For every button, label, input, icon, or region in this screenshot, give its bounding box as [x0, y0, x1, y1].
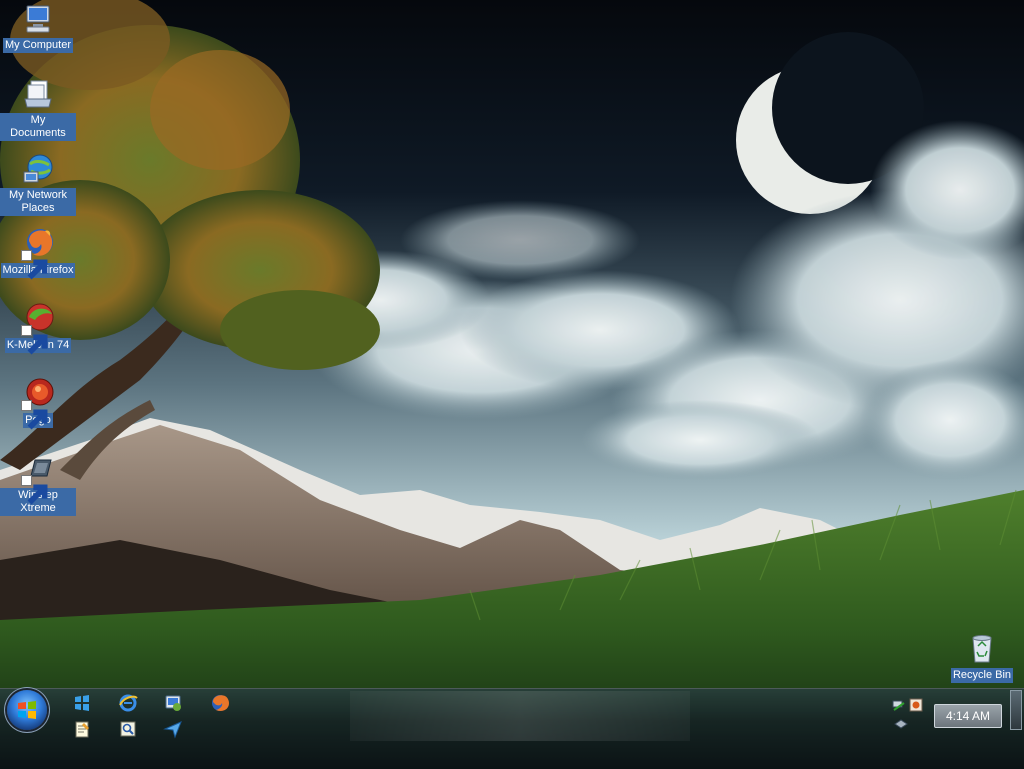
desktop-icon-recycle-bin[interactable]: Recycle Bin [944, 632, 1020, 683]
send-arrow-icon[interactable] [163, 719, 183, 739]
safely-remove-icon[interactable] [894, 716, 908, 730]
windows-flag-icon[interactable] [72, 693, 92, 713]
desktop-icon-mozilla-firefox[interactable]: Mozilla Firefox [0, 227, 76, 280]
desktop-icon-label: My Documents [0, 113, 76, 141]
taskbar: 4:14 AM [0, 688, 1024, 769]
desktop-icon-pego[interactable]: Pego [0, 377, 76, 430]
desktop-icon-label: Recycle Bin [950, 668, 1014, 683]
kmeleon-icon [21, 302, 55, 355]
firefox-icon[interactable] [210, 693, 230, 713]
documents-icon [21, 77, 55, 111]
search-window-icon[interactable] [118, 719, 138, 739]
speaker-icon[interactable] [909, 698, 923, 712]
shortcut-arrow-icon [21, 250, 48, 280]
network-status-icon[interactable] [892, 698, 906, 712]
desktop-icon-k-meleon[interactable]: K-Meleon 74 [0, 302, 76, 355]
internet-explorer-icon[interactable] [118, 693, 138, 713]
taskbar-button-area [350, 691, 690, 741]
start-button[interactable] [7, 690, 47, 730]
shortcut-arrow-icon [21, 325, 48, 355]
pego-icon [21, 377, 55, 430]
notepad-icon[interactable] [72, 719, 92, 739]
show-desktop-icon[interactable] [1010, 690, 1022, 730]
system-tray [890, 695, 930, 735]
desktop-icon-my-computer[interactable]: My Computer [0, 2, 76, 53]
winstep-icon [21, 452, 55, 505]
desktop-wallpaper [0, 0, 1024, 768]
shortcut-arrow-icon [21, 475, 48, 505]
network-icon [21, 152, 55, 186]
recycle-bin-icon [965, 632, 999, 666]
computer-icon [21, 2, 55, 36]
desktop-icon-label: My Computer [2, 38, 74, 53]
firefox-icon [21, 227, 55, 280]
shortcut-arrow-icon [21, 400, 48, 430]
desktop-icon-label: My Network Places [0, 188, 76, 216]
desktop-icon-my-documents[interactable]: My Documents [0, 77, 76, 141]
desktop-icon-my-network-places[interactable]: My Network Places [0, 152, 76, 216]
clock[interactable]: 4:14 AM [934, 704, 1002, 728]
desktop-icon-winstep-xtreme[interactable]: Winstep Xtreme [0, 452, 76, 516]
windows-logo-icon [18, 701, 36, 719]
network-app-icon[interactable] [163, 693, 183, 713]
